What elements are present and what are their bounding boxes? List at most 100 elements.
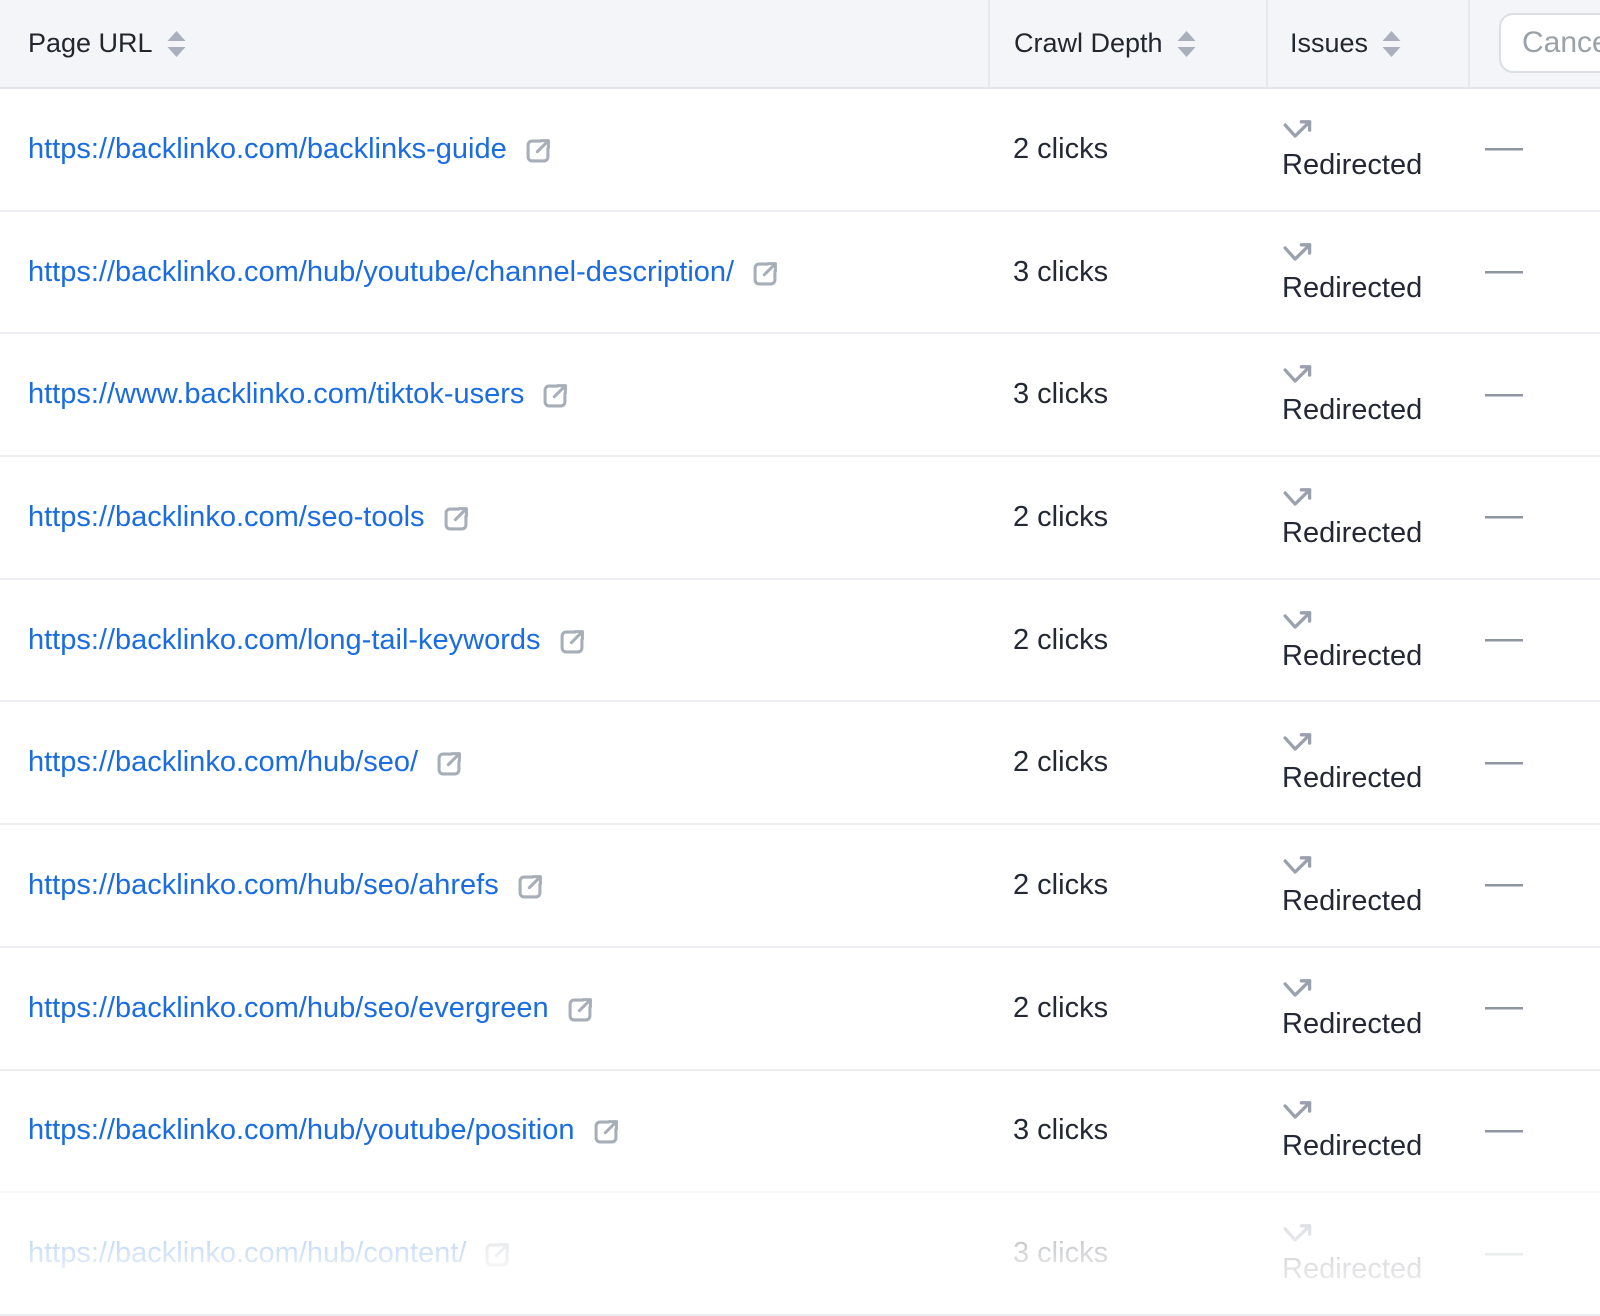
external-link-icon[interactable] (440, 503, 472, 535)
no-value-dash: — (1485, 1233, 1523, 1271)
redirect-arrow-icon (1282, 1098, 1319, 1127)
page-url-link[interactable]: https://backlinko.com/hub/youtube/positi… (28, 1114, 575, 1147)
crawl-depth-cell: 3 clicks (988, 1193, 1266, 1314)
page-url-cell: https://backlinko.com/hub/youtube/channe… (0, 212, 988, 333)
sort-arrows-icon[interactable] (1176, 31, 1197, 57)
no-value-dash: — (1485, 128, 1523, 166)
redirect-arrow-icon (1282, 1221, 1319, 1250)
page-url-link[interactable]: https://backlinko.com/seo-tools (28, 501, 425, 534)
page-url-cell: https://backlinko.com/hub/seo/ (0, 702, 988, 823)
issues-cell: Redirected (1266, 89, 1468, 210)
extra-value-cell: — (1468, 457, 1600, 578)
issue-status-label: Redirected (1282, 394, 1422, 427)
page-url-cell: https://backlinko.com/backlinks-guide (0, 89, 988, 210)
column-header-crawl-depth[interactable]: Crawl Depth (988, 0, 1266, 87)
page-url-link[interactable]: https://backlinko.com/backlinks-guide (28, 133, 507, 166)
table-body: https://backlinko.com/backlinks-guide 2 … (0, 89, 1600, 1316)
sort-arrows-icon[interactable] (166, 31, 187, 57)
redirect-arrow-icon (1282, 853, 1319, 882)
page-url-cell: https://backlinko.com/hub/youtube/positi… (0, 1071, 988, 1192)
crawl-depth-value: 2 clicks (1013, 992, 1108, 1025)
issues-cell: Redirected (1266, 580, 1468, 701)
no-value-dash: — (1485, 987, 1523, 1025)
issues-cell: Redirected (1266, 825, 1468, 946)
redirect-arrow-icon (1282, 976, 1319, 1005)
external-link-icon[interactable] (564, 994, 596, 1026)
table-row: https://backlinko.com/hub/youtube/channe… (0, 212, 1600, 335)
issue-status-label: Redirected (1282, 762, 1422, 795)
external-link-icon[interactable] (590, 1116, 622, 1148)
issue-status-label: Redirected (1282, 1253, 1422, 1286)
sort-arrows-icon[interactable] (1381, 31, 1402, 57)
redirect-arrow-icon (1282, 485, 1319, 514)
page-url-link[interactable]: https://backlinko.com/hub/content/ (28, 1237, 466, 1270)
external-link-icon[interactable] (514, 871, 546, 903)
external-link-icon[interactable] (539, 380, 571, 412)
crawl-depth-cell: 3 clicks (988, 334, 1266, 455)
column-label-page-url: Page URL (28, 28, 153, 59)
page-url-cell: https://backlinko.com/seo-tools (0, 457, 988, 578)
page-url-link[interactable]: https://backlinko.com/hub/seo/evergreen (28, 992, 549, 1025)
cancel-button[interactable]: Cancel (1499, 13, 1600, 73)
issues-cell: Redirected (1266, 702, 1468, 823)
extra-value-cell: — (1468, 89, 1600, 210)
page-url-link[interactable]: https://backlinko.com/long-tail-keywords (28, 624, 541, 657)
table-row: https://backlinko.com/hub/content/ 3 cli… (0, 1193, 1600, 1316)
external-link-icon[interactable] (556, 626, 588, 658)
crawl-depth-cell: 3 clicks (988, 1071, 1266, 1192)
redirect-arrow-icon (1282, 362, 1319, 391)
no-value-dash: — (1485, 864, 1523, 902)
issue-status-label: Redirected (1282, 272, 1422, 305)
crawl-depth-value: 2 clicks (1013, 869, 1108, 902)
extra-value-cell: — (1468, 334, 1600, 455)
issues-cell: Redirected (1266, 212, 1468, 333)
extra-value-cell: — (1468, 1193, 1600, 1314)
column-header-issues[interactable]: Issues (1266, 0, 1468, 87)
no-value-dash: — (1485, 374, 1523, 412)
crawl-depth-value: 3 clicks (1013, 1114, 1108, 1147)
crawl-depth-cell: 2 clicks (988, 948, 1266, 1069)
crawl-depth-value: 2 clicks (1013, 501, 1108, 534)
crawl-depth-value: 3 clicks (1013, 256, 1108, 289)
crawl-depth-cell: 2 clicks (988, 457, 1266, 578)
extra-value-cell: — (1468, 1071, 1600, 1192)
table-row: https://backlinko.com/hub/seo/ 2 clicks … (0, 702, 1600, 825)
column-label-issues: Issues (1290, 28, 1368, 59)
external-link-icon[interactable] (749, 258, 781, 290)
table-row: https://backlinko.com/hub/seo/evergreen … (0, 948, 1600, 1071)
page-url-link[interactable]: https://backlinko.com/hub/seo/ahrefs (28, 869, 499, 902)
page-url-link[interactable]: https://backlinko.com/hub/youtube/channe… (28, 256, 734, 289)
issues-cell: Redirected (1266, 457, 1468, 578)
external-link-icon[interactable] (522, 135, 554, 167)
issues-cell: Redirected (1266, 1071, 1468, 1192)
extra-value-cell: — (1468, 825, 1600, 946)
external-link-icon[interactable] (481, 1239, 513, 1271)
issues-cell: Redirected (1266, 948, 1468, 1069)
crawled-pages-table: Page URL Crawl Depth Issues https://back… (0, 0, 1600, 1316)
crawl-depth-value: 2 clicks (1013, 746, 1108, 779)
column-header-page-url[interactable]: Page URL (0, 0, 988, 87)
crawl-depth-value: 2 clicks (1013, 624, 1108, 657)
external-link-icon[interactable] (433, 748, 465, 780)
redirect-arrow-icon (1282, 608, 1319, 637)
crawl-depth-cell: 2 clicks (988, 825, 1266, 946)
page-url-cell: https://backlinko.com/hub/seo/ahrefs (0, 825, 988, 946)
extra-value-cell: — (1468, 580, 1600, 701)
issues-cell: Redirected (1266, 1193, 1468, 1314)
issue-status-label: Redirected (1282, 1008, 1422, 1041)
page-url-cell: https://www.backlinko.com/tiktok-users (0, 334, 988, 455)
crawl-depth-cell: 2 clicks (988, 89, 1266, 210)
redirect-arrow-icon (1282, 240, 1319, 269)
page-url-link[interactable]: https://backlinko.com/hub/seo/ (28, 746, 418, 779)
crawl-depth-cell: 2 clicks (988, 702, 1266, 823)
no-value-dash: — (1485, 496, 1523, 534)
no-value-dash: — (1485, 1110, 1523, 1148)
crawl-depth-cell: 2 clicks (988, 580, 1266, 701)
crawl-depth-value: 3 clicks (1013, 378, 1108, 411)
page-url-cell: https://backlinko.com/hub/content/ (0, 1193, 988, 1314)
table-row: https://backlinko.com/hub/youtube/positi… (0, 1071, 1600, 1194)
issue-status-label: Redirected (1282, 1130, 1422, 1163)
issues-cell: Redirected (1266, 334, 1468, 455)
no-value-dash: — (1485, 619, 1523, 657)
page-url-link[interactable]: https://www.backlinko.com/tiktok-users (28, 378, 524, 411)
